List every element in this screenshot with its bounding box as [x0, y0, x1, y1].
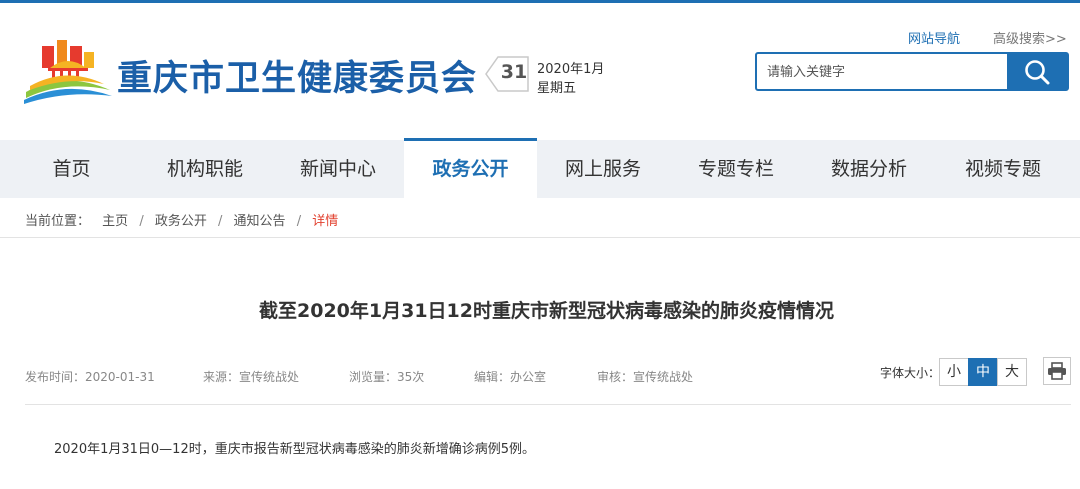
search-icon: [1025, 59, 1050, 84]
article-source: 来源：宣传统战处: [203, 370, 300, 384]
search-box: [755, 52, 1069, 91]
font-size-selector: 小 中 大: [939, 358, 1027, 386]
printer-icon: [1048, 362, 1066, 380]
reviewer: 审核：宣传统战处: [597, 370, 694, 384]
breadcrumb-home[interactable]: 主页: [102, 210, 128, 229]
search-input[interactable]: [765, 54, 1009, 91]
breadcrumb-gov-affairs[interactable]: 政务公开: [155, 210, 207, 229]
breadcrumb-separator: /: [296, 214, 302, 229]
divider: [0, 237, 1080, 238]
nav-item-online-services[interactable]: 网上服务: [537, 140, 669, 198]
nav-item-data-analysis[interactable]: 数据分析: [803, 140, 935, 198]
date-weekday: 星期五: [537, 81, 577, 96]
divider: [25, 404, 1071, 405]
breadcrumb-separator: /: [218, 214, 223, 229]
font-size-label: 字体大小：: [880, 366, 941, 380]
site-logo[interactable]: [24, 40, 112, 104]
main-nav: 首页 机构职能 新闻中心 政务公开 网上服务 专题专栏 数据分析 视频专题: [0, 138, 1080, 198]
breadcrumb: 当前位置： 主页 / 政务公开 / 通知公告 / 详情: [25, 210, 338, 229]
nav-item-gov-affairs[interactable]: 政务公开: [404, 138, 537, 198]
search-button[interactable]: [1007, 54, 1067, 89]
font-size-small-button[interactable]: 小: [939, 358, 969, 386]
date-year-month: 2020年1月: [537, 62, 605, 77]
article-title: 截至2020年1月31日12时重庆市新型冠状病毒感染的肺炎疫情情况: [259, 300, 834, 322]
nav-item-videos[interactable]: 视频专题: [937, 140, 1069, 198]
view-count: 浏览量：35次: [349, 370, 425, 384]
publish-time: 发布时间：2020-01-31: [25, 370, 155, 384]
calendar-day: 31: [500, 61, 528, 83]
site-name[interactable]: 重庆市卫生健康委员会: [117, 50, 477, 101]
nav-item-functions[interactable]: 机构职能: [139, 140, 271, 198]
print-button[interactable]: [1043, 357, 1071, 385]
breadcrumb-separator: /: [139, 214, 144, 229]
nav-item-special-topics[interactable]: 专题专栏: [670, 140, 802, 198]
nav-item-home[interactable]: 首页: [0, 140, 143, 198]
nav-item-news[interactable]: 新闻中心: [272, 140, 404, 198]
breadcrumb-label: 当前位置：: [25, 214, 91, 229]
font-size-large-button[interactable]: 大: [997, 358, 1027, 386]
article-paragraph: 2020年1月31日0—12时，重庆市报告新型冠状病毒感染的肺炎新增确诊病例5例…: [54, 442, 535, 457]
top-accent-line: [0, 0, 1080, 3]
editor: 编辑：办公室: [474, 370, 547, 384]
font-size-medium-button[interactable]: 中: [968, 358, 998, 386]
breadcrumb-notices[interactable]: 通知公告: [234, 210, 286, 229]
advanced-search-link[interactable]: 高级搜索>>: [993, 28, 1067, 47]
site-nav-link[interactable]: 网站导航: [908, 28, 960, 47]
breadcrumb-current: 详情: [312, 214, 339, 229]
